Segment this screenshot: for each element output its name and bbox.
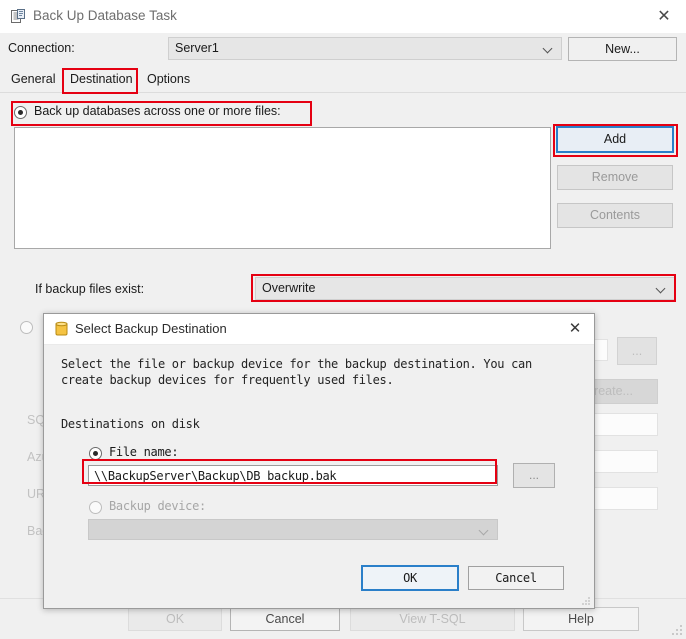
resize-grip-icon[interactable] xyxy=(581,595,591,605)
modal-cancel-button[interactable]: Cancel xyxy=(468,566,564,590)
resize-grip-icon[interactable] xyxy=(671,624,683,636)
chevron-down-icon xyxy=(544,45,553,51)
new-connection-button[interactable]: New... xyxy=(568,37,677,61)
backup-files-listbox[interactable] xyxy=(14,127,551,249)
window-title-bar: Back Up Database Task ✕ xyxy=(0,0,686,34)
chevron-down-icon xyxy=(657,285,666,291)
if-backup-files-exist-label: If backup files exist: xyxy=(35,282,145,296)
view-tsql-button: View T-SQL xyxy=(350,607,515,631)
modal-description: Select the file or backup device for the… xyxy=(61,357,532,387)
close-icon[interactable]: ✕ xyxy=(650,6,678,28)
connection-row: Connection: Server1 New... xyxy=(0,33,686,65)
chevron-down-icon xyxy=(480,527,489,533)
cancel-button[interactable]: Cancel xyxy=(230,607,340,631)
if-backup-files-exist-dropdown[interactable]: Overwrite xyxy=(255,277,675,300)
modal-ok-button[interactable]: OK xyxy=(361,565,459,591)
modal-title-bar: Select Backup Destination ✕ xyxy=(44,314,594,345)
window-title: Back Up Database Task xyxy=(33,8,177,23)
help-button[interactable]: Help xyxy=(523,607,639,631)
file-name-radio-label: File name: xyxy=(109,445,179,459)
modal-title: Select Backup Destination xyxy=(75,321,227,336)
file-name-input[interactable]: \\BackupServer\Backup\DB_backup.bak xyxy=(88,465,498,486)
backup-device-radio-label: Backup device: xyxy=(109,499,206,513)
obscured-browse-button[interactable]: ... xyxy=(617,337,657,365)
destinations-on-disk-label: Destinations on disk xyxy=(61,417,200,431)
connection-label: Connection: xyxy=(8,41,75,55)
backup-device-icon xyxy=(55,321,68,337)
tab-general[interactable]: General xyxy=(4,68,62,91)
tab-destination[interactable]: Destination xyxy=(63,68,140,91)
backup-device-dropdown xyxy=(88,519,498,540)
radio-indicator-backup-device[interactable] xyxy=(89,501,102,514)
add-button[interactable]: Add xyxy=(556,126,674,153)
if-backup-files-exist-value: Overwrite xyxy=(262,281,316,295)
browse-button[interactable]: ... xyxy=(513,463,555,488)
connection-dropdown[interactable]: Server1 xyxy=(168,37,562,60)
contents-button: Contents xyxy=(557,203,673,228)
remove-button: Remove xyxy=(557,165,673,190)
tab-options[interactable]: Options xyxy=(140,68,197,91)
radio-indicator-files[interactable] xyxy=(14,106,27,119)
database-task-icon xyxy=(10,8,27,25)
radio-indicator-single[interactable] xyxy=(20,321,33,334)
ok-button: OK xyxy=(128,607,222,631)
select-backup-destination-dialog: Select Backup Destination ✕ Select the f… xyxy=(43,313,595,609)
backup-across-files-label: Back up databases across one or more fil… xyxy=(34,104,281,118)
radio-indicator-file-name[interactable] xyxy=(89,447,102,460)
tab-strip: General Destination Options xyxy=(0,68,686,93)
connection-value: Server1 xyxy=(175,41,219,55)
close-icon[interactable]: ✕ xyxy=(562,318,588,340)
